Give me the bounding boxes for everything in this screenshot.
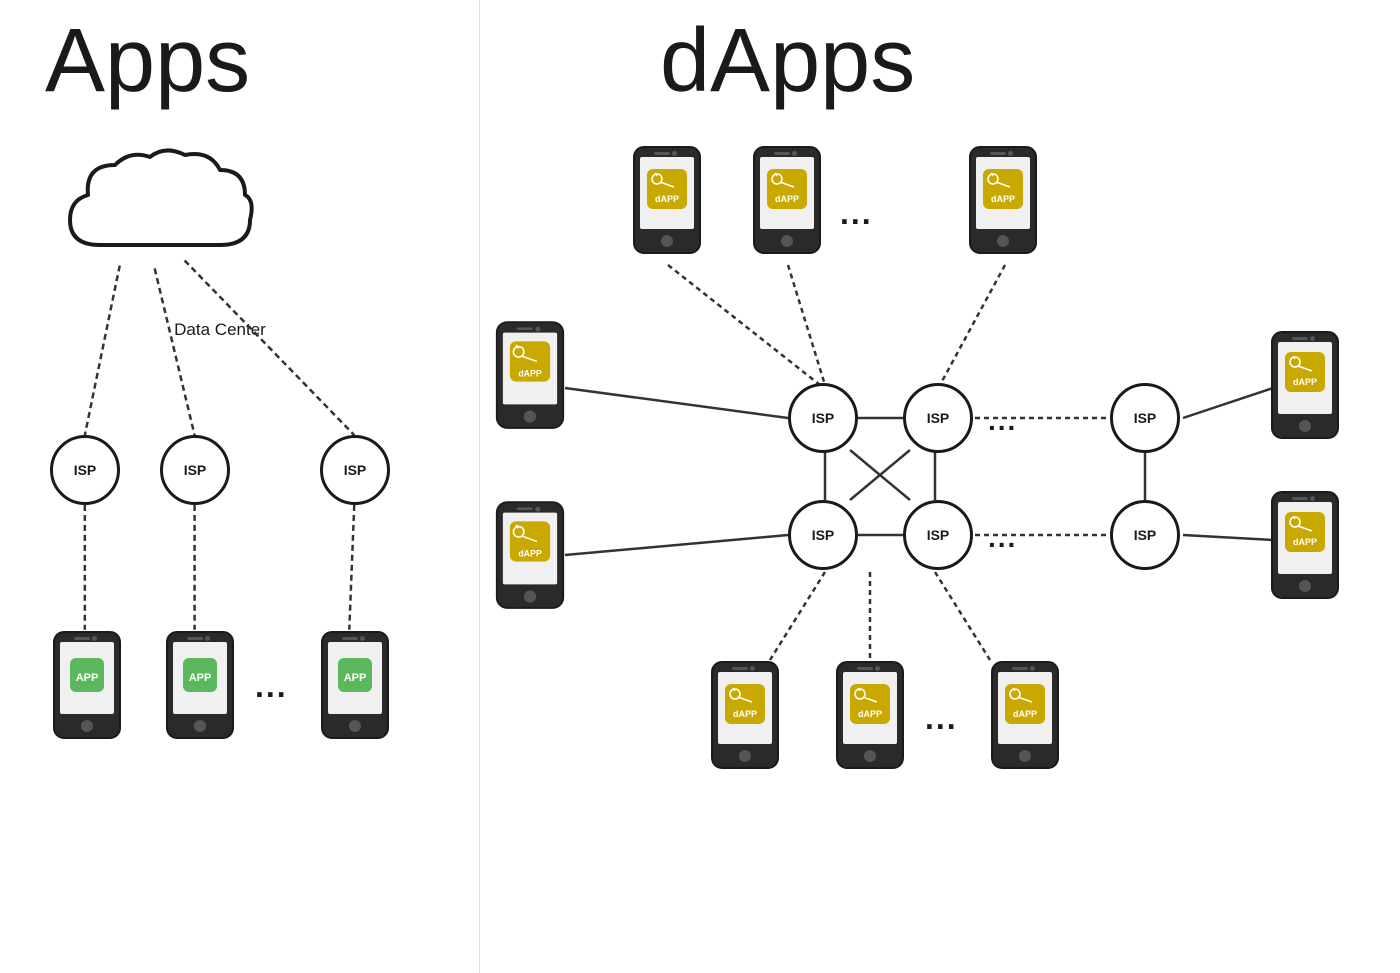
svg-text:APP: APP [344, 672, 367, 684]
svg-text:dAPP: dAPP [733, 709, 757, 719]
apps-phone-2: APP [165, 630, 235, 740]
svg-text:dAPP: dAPP [655, 194, 679, 204]
dapps-left-phone-1: dAPP [495, 320, 565, 430]
apps-isp-3: ISP [320, 435, 390, 505]
svg-text:dAPP: dAPP [991, 194, 1015, 204]
apps-dots: ... [255, 668, 288, 705]
dapps-lines [480, 0, 1400, 973]
dapps-top-phone-2: dAPP [752, 145, 822, 255]
dapps-isp-2: ISP [903, 383, 973, 453]
dapps-section: dApps [480, 0, 1400, 973]
svg-text:dAPP: dAPP [1293, 537, 1317, 547]
dapps-top-phone-3: dAPP [968, 145, 1038, 255]
svg-text:dAPP: dAPP [1013, 709, 1037, 719]
svg-text:dAPP: dAPP [858, 709, 882, 719]
apps-isp-2: ISP [160, 435, 230, 505]
svg-text:dAPP: dAPP [518, 368, 542, 378]
dapps-top-dots: ... [840, 195, 873, 232]
apps-section: Apps Data Center ISP [0, 0, 480, 973]
main-container: Apps Data Center ISP [0, 0, 1400, 973]
apps-title: Apps [45, 10, 250, 113]
dapps-bottom-phone-2: dAPP [835, 660, 905, 770]
svg-text:dAPP: dAPP [775, 194, 799, 204]
dapps-isp-1: ISP [788, 383, 858, 453]
cloud-shape: Data Center [60, 145, 260, 265]
cloud-label: Data Center [135, 320, 305, 340]
dapps-middle-dots-2: ... [988, 522, 1017, 554]
dapps-right-phone-2: dAPP [1270, 490, 1340, 600]
svg-text:APP: APP [189, 672, 212, 684]
svg-text:APP: APP [76, 672, 99, 684]
apps-phone-3: APP [320, 630, 390, 740]
dapps-isp-3: ISP [788, 500, 858, 570]
dapps-right-phone-1: dAPP [1270, 330, 1340, 440]
apps-isp-1: ISP [50, 435, 120, 505]
dapps-left-phone-2: dAPP [495, 500, 565, 610]
dapps-isp-4: ISP [903, 500, 973, 570]
dapps-middle-dots-1: ... [988, 405, 1017, 437]
svg-text:dAPP: dAPP [518, 548, 542, 558]
dapps-isp-5: ISP [1110, 383, 1180, 453]
dapps-bottom-dots: ... [925, 700, 958, 737]
dapps-bottom-phone-3: dAPP [990, 660, 1060, 770]
dapps-isp-6: ISP [1110, 500, 1180, 570]
dapps-bottom-phone-1: dAPP [710, 660, 780, 770]
dapps-top-phone-1: dAPP [632, 145, 702, 255]
dapps-title: dApps [660, 10, 915, 113]
apps-phone-1: APP [52, 630, 122, 740]
svg-text:dAPP: dAPP [1293, 377, 1317, 387]
